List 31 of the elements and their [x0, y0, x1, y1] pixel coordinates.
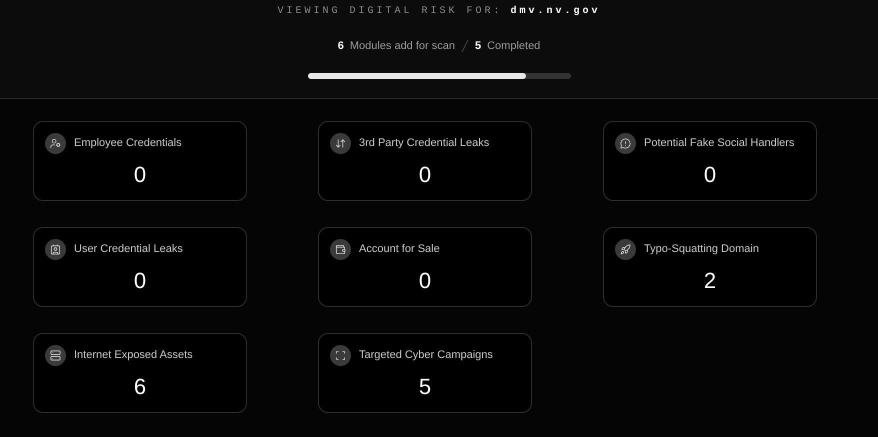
card-value: 5 — [418, 374, 432, 400]
card-value: 0 — [704, 162, 716, 188]
scan-icon — [330, 345, 351, 366]
domain-name: dmv.nv.gov — [510, 4, 601, 19]
header-label: VIEWING DIGITAL RISK FOR: — [277, 5, 502, 19]
card-title: Internet Exposed Assets — [74, 348, 193, 364]
card-value: 0 — [134, 268, 146, 294]
card-value: 0 — [418, 268, 432, 294]
card-title: Account for Sale — [359, 242, 440, 258]
rocket-icon — [615, 239, 636, 260]
chat-alert-icon — [615, 133, 636, 154]
modules-count: 6 — [338, 39, 344, 54]
card-title: Typo-Squatting Domain — [644, 242, 759, 258]
server-icon — [45, 345, 66, 366]
card-title: Employee Credentials — [74, 136, 182, 152]
card-title: 3rd Party Credential Leaks — [359, 136, 490, 152]
card-value: 0 — [418, 162, 432, 188]
card-title: User Credential Leaks — [74, 242, 183, 258]
card-title: Potential Fake Social Handlers — [644, 136, 794, 152]
completed-count: 5 — [474, 39, 482, 54]
arrows-icon — [330, 133, 351, 154]
wallet-icon — [330, 239, 351, 260]
slash-divider-icon — [460, 39, 469, 54]
modules-label: Modules add for scan — [350, 39, 455, 54]
card-value: 2 — [704, 268, 716, 294]
id-card-icon — [45, 239, 66, 260]
user-gear-icon — [45, 133, 66, 154]
completed-label: Completed — [487, 39, 540, 54]
card-value: 6 — [134, 374, 146, 400]
card-value: 0 — [134, 162, 146, 188]
card-title: Targeted Cyber Campaigns — [359, 348, 493, 364]
